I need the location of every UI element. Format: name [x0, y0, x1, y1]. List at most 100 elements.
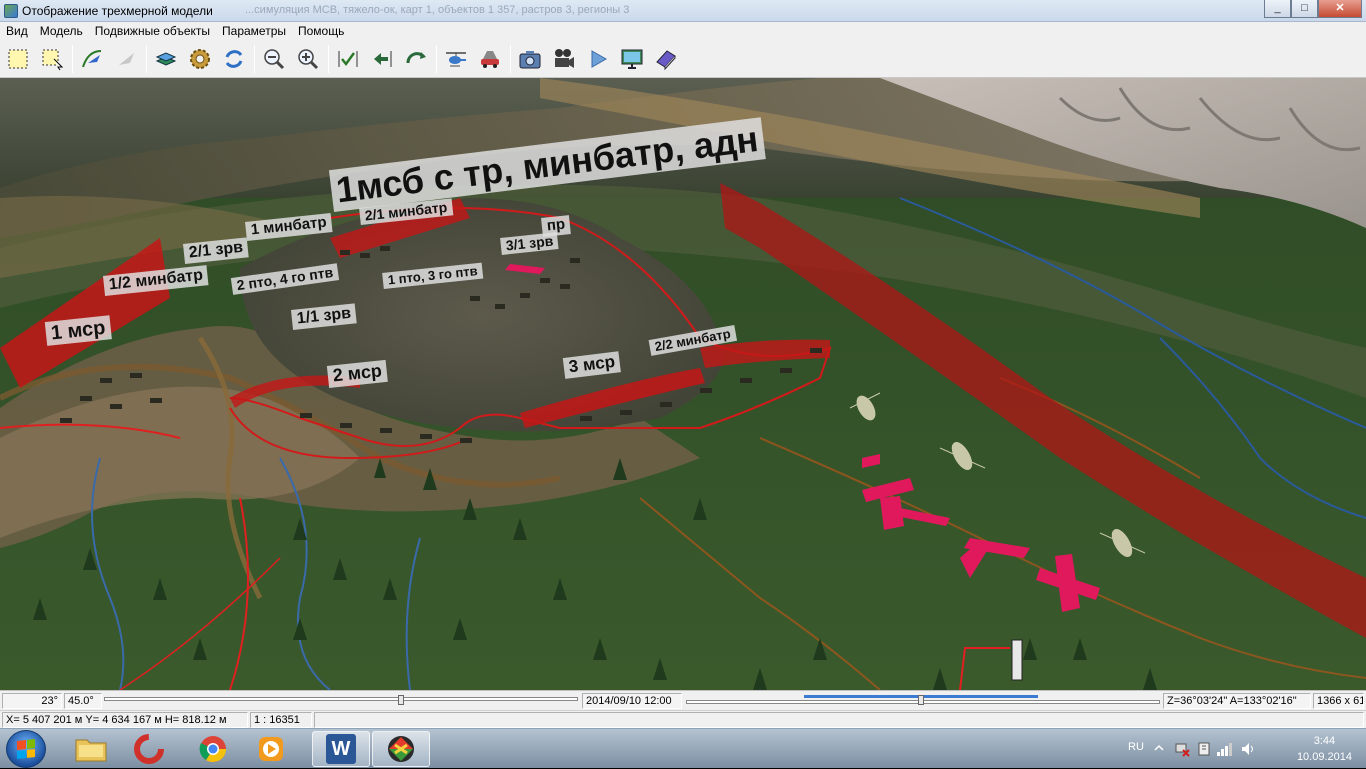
zoom-out-button[interactable] [259, 44, 289, 74]
clock-time: 3:44 [1313, 735, 1336, 747]
vehicle-icon [481, 51, 499, 68]
taskbar: W RU 3:44 10.09.2014 [0, 728, 1366, 768]
settings-button[interactable] [185, 44, 215, 74]
unit-label[interactable]: пр [541, 215, 572, 237]
word-icon-letter: W [331, 738, 351, 760]
sign-post [1011, 639, 1023, 681]
toolbar-separator [328, 45, 329, 73]
taskbar-explorer[interactable] [62, 731, 120, 767]
title-bar[interactable]: Отображение трехмерной модели ...симуляц… [0, 0, 1366, 22]
video-camera-icon [555, 49, 574, 68]
heading-readout: 45.0° [64, 693, 102, 709]
refresh-button[interactable] [219, 44, 249, 74]
status-empty [314, 712, 1364, 728]
window-title: Отображение трехмерной модели [22, 4, 213, 18]
taskbar-3d-model[interactable] [372, 731, 430, 767]
rotate-icon [406, 52, 426, 64]
select-area-button[interactable] [37, 44, 67, 74]
ccleaner-icon [134, 734, 164, 764]
back-button[interactable] [367, 44, 397, 74]
toolbar-separator [254, 45, 255, 73]
start-button[interactable] [6, 730, 46, 768]
toolbar-separator [436, 45, 437, 73]
network-error-icon[interactable] [1174, 741, 1190, 757]
slider-track [104, 697, 578, 701]
window-controls: _ □ ✕ [1264, 0, 1362, 18]
check-button[interactable] [333, 44, 363, 74]
system-tray: RU 3:44 10.09.2014 [1116, 729, 1366, 769]
camera-angles-readout: Z=36°03'24" A=133°02'16" [1163, 693, 1311, 709]
helicopter-button[interactable] [441, 44, 471, 74]
select-rectangle-icon [8, 49, 28, 69]
toolbar [0, 41, 1366, 78]
vehicle-button[interactable] [475, 44, 505, 74]
folder-icon [75, 739, 107, 762]
refresh-icon [225, 50, 243, 68]
language-indicator[interactable]: RU [1128, 741, 1144, 753]
menu-bar: Вид Модель Подвижные объекты Параметры П… [0, 22, 1366, 41]
device-icon[interactable] [1196, 741, 1212, 757]
menu-view[interactable]: Вид [0, 22, 34, 41]
menu-moving-objects[interactable]: Подвижные объекты [89, 22, 216, 41]
tilt-readout: 23° [2, 693, 62, 709]
taskbar-word[interactable]: W [312, 731, 370, 767]
rotate-button[interactable] [401, 44, 431, 74]
toolbar-separator [510, 45, 511, 73]
terrain-scene [0, 78, 1366, 690]
window-subtitle: ...симуляция МСВ, тяжело-ок, карт 1, объ… [245, 4, 630, 16]
helicopter-icon [446, 52, 466, 67]
select-rectangle-button[interactable] [3, 44, 33, 74]
camera-icon [519, 51, 541, 69]
time-thumb[interactable] [918, 695, 924, 705]
zoom-out-icon [264, 49, 285, 70]
maximize-button[interactable]: □ [1291, 0, 1318, 18]
toolbar-separator [72, 45, 73, 73]
status-bar: 23° 45.0° 2014/09/10 12:00 Z=36°03'24" A… [0, 690, 1366, 710]
menu-help[interactable]: Помощь [292, 22, 350, 41]
tray-expand-icon[interactable] [1154, 743, 1164, 753]
taskbar-media-player[interactable] [242, 731, 300, 767]
camera-button[interactable] [515, 44, 545, 74]
coordinates-bar: X= 5 407 201 м Y= 4 634 167 м H= 818.12 … [0, 710, 1366, 728]
scale-readout: 1 : 16351 [250, 712, 312, 728]
3d-viewport[interactable]: 1мсб с тр, минбатр, адн 2/1 минбатр 1 ми… [0, 78, 1366, 690]
zoom-in-icon [298, 49, 319, 70]
speaker-icon[interactable] [1240, 741, 1256, 757]
resolution-readout: 1366 x 612 [1313, 693, 1364, 709]
chrome-icon [199, 736, 227, 763]
play-icon [591, 50, 608, 68]
app-icon [4, 4, 18, 18]
clock[interactable]: 3:44 10.09.2014 [1297, 733, 1352, 765]
flight-disabled-button[interactable] [111, 44, 141, 74]
book-button[interactable] [651, 44, 681, 74]
slider-thumb[interactable] [398, 695, 404, 705]
check-icon [338, 51, 358, 67]
flight-route-button[interactable] [77, 44, 107, 74]
plane-disabled-icon [119, 53, 134, 65]
word-icon: W [326, 734, 356, 764]
view-slider[interactable] [104, 693, 578, 709]
arrow-left-icon [374, 51, 392, 67]
taskbar-chrome[interactable] [184, 731, 242, 767]
layers-icon [155, 52, 177, 66]
menu-parameters[interactable]: Параметры [216, 22, 292, 41]
taskbar-ccleaner[interactable] [120, 731, 178, 767]
video-camera-button[interactable] [549, 44, 579, 74]
signal-icon[interactable] [1216, 741, 1234, 757]
plane-route-icon [82, 50, 102, 68]
zoom-in-button[interactable] [293, 44, 323, 74]
gear-icon [190, 49, 210, 69]
time-slider[interactable] [686, 693, 1160, 709]
layers-button[interactable] [151, 44, 181, 74]
book-icon [656, 50, 676, 71]
monitor-icon [621, 49, 643, 69]
minimize-button[interactable]: _ [1264, 0, 1291, 18]
menu-model[interactable]: Модель [34, 22, 89, 41]
coordinates-readout: X= 5 407 201 м Y= 4 634 167 м H= 818.12 … [2, 712, 248, 728]
close-button[interactable]: ✕ [1318, 0, 1362, 18]
media-player-icon [259, 737, 283, 761]
monitor-button[interactable] [617, 44, 647, 74]
clock-date: 10.09.2014 [1296, 751, 1352, 763]
windows-logo-icon [17, 739, 35, 759]
play-button[interactable] [583, 44, 613, 74]
